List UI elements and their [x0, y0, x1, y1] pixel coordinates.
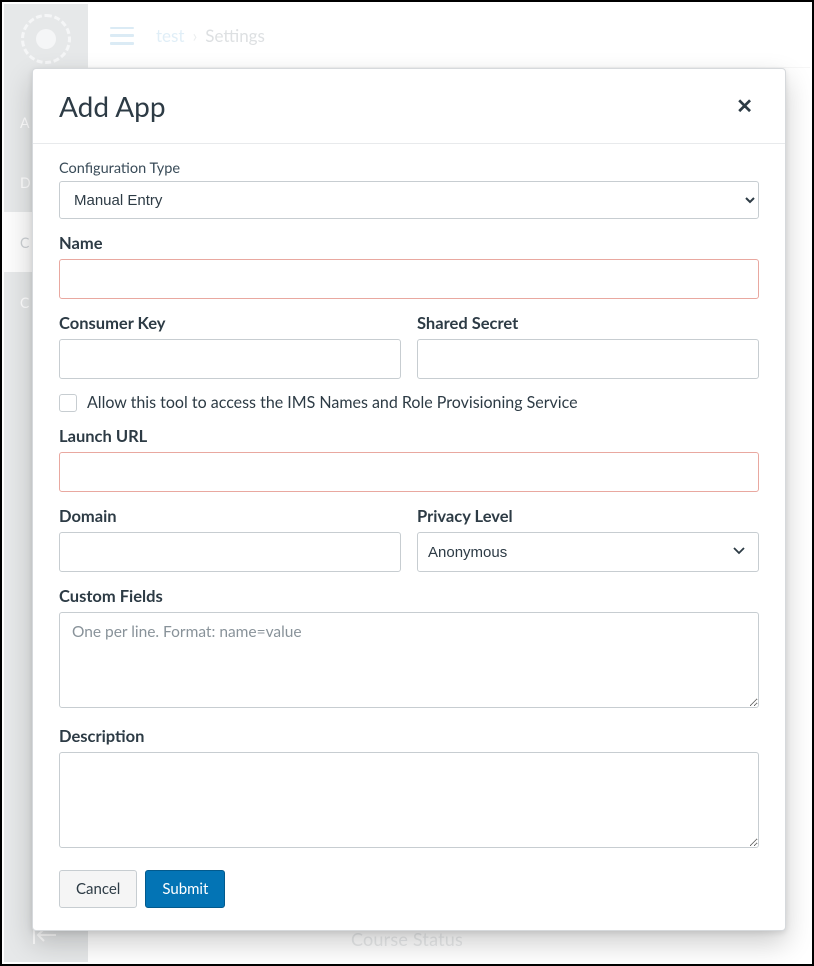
- consumer-key-input[interactable]: [59, 339, 401, 379]
- consumer-key-label: Consumer Key: [59, 313, 401, 333]
- modal-title: Add App: [59, 89, 166, 123]
- config-type-select[interactable]: Manual Entry: [59, 181, 759, 219]
- privacy-level-label: Privacy Level: [417, 506, 759, 526]
- submit-button[interactable]: Submit: [145, 870, 225, 908]
- description-label: Description: [59, 726, 759, 746]
- ims-access-checkbox[interactable]: [59, 394, 77, 412]
- custom-fields-label: Custom Fields: [59, 586, 759, 606]
- description-textarea[interactable]: [59, 752, 759, 848]
- launch-url-label: Launch URL: [59, 426, 759, 446]
- shared-secret-input[interactable]: [417, 339, 759, 379]
- config-type-label: Configuration Type: [59, 160, 759, 177]
- name-label: Name: [59, 233, 759, 253]
- shared-secret-label: Shared Secret: [417, 313, 759, 333]
- custom-fields-textarea[interactable]: [59, 612, 759, 708]
- close-icon[interactable]: ✕: [730, 92, 759, 120]
- launch-url-input[interactable]: [59, 452, 759, 492]
- privacy-level-select[interactable]: [417, 532, 759, 572]
- domain-label: Domain: [59, 506, 401, 526]
- add-app-modal: Add App ✕ Configuration Type Manual Entr…: [32, 68, 786, 931]
- domain-input[interactable]: [59, 532, 401, 572]
- ims-access-label: Allow this tool to access the IMS Names …: [87, 393, 578, 412]
- cancel-button[interactable]: Cancel: [59, 870, 137, 908]
- name-input[interactable]: [59, 259, 759, 299]
